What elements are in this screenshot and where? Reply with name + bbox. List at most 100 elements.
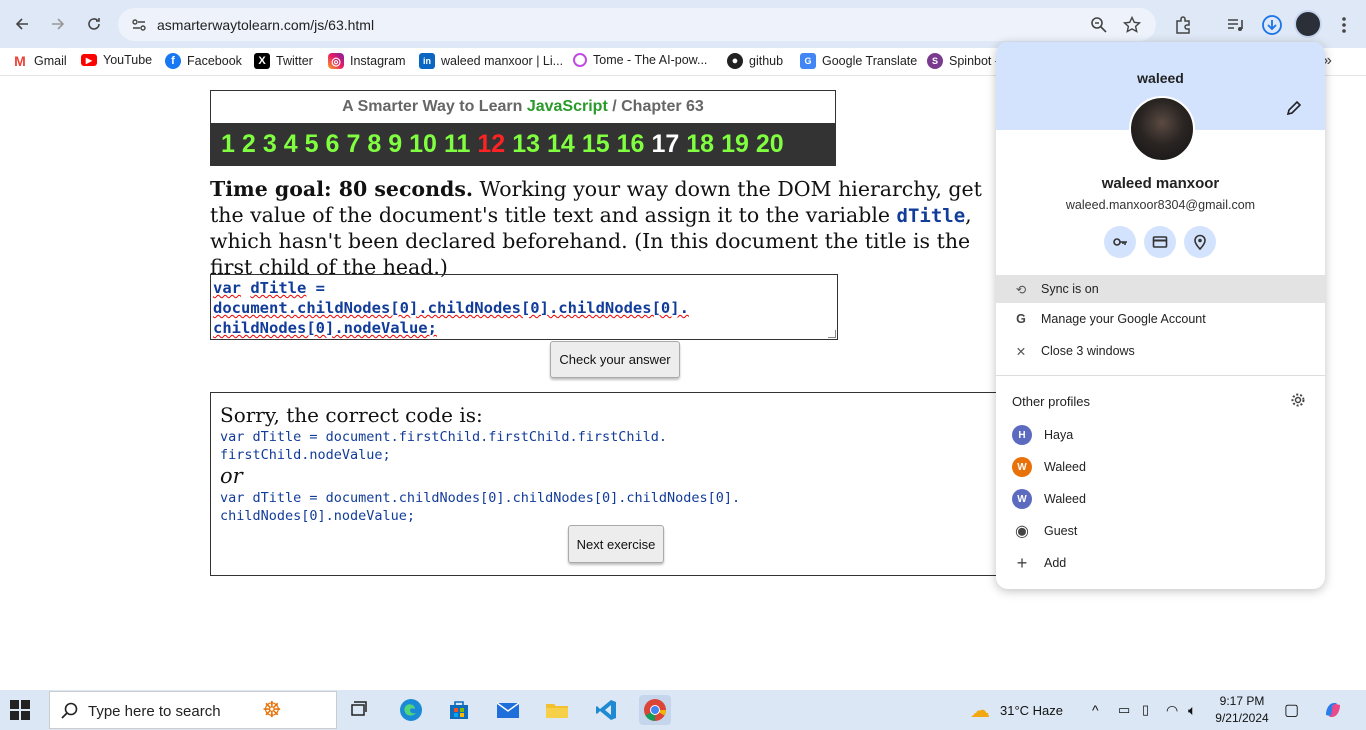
media-button[interactable] bbox=[1222, 12, 1248, 38]
taskbar-clock[interactable]: 9:17 PM 9/21/2024 bbox=[1206, 693, 1278, 727]
exercise-link[interactable]: 15 bbox=[582, 130, 610, 159]
bookmark-instagram[interactable]: ◎ Instagram bbox=[328, 53, 406, 69]
back-button[interactable] bbox=[10, 12, 34, 36]
profile-avatar-icon: W bbox=[1012, 489, 1032, 509]
address-bar[interactable]: asmarterwaytolearn.com/js/63.html bbox=[118, 8, 1156, 41]
volume-icon[interactable]: 🔈︎ bbox=[1188, 690, 1196, 730]
tray-overflow-button[interactable]: ^ bbox=[1092, 690, 1099, 730]
weather-text: 31°C Haze bbox=[1000, 702, 1064, 718]
site-info-icon[interactable] bbox=[130, 16, 148, 34]
exercise-link-current[interactable]: 12 bbox=[477, 130, 505, 159]
exercise-link[interactable]: 1 bbox=[221, 130, 235, 159]
extensions-button[interactable] bbox=[1170, 12, 1196, 38]
battery-icon[interactable]: ▯ bbox=[1142, 690, 1149, 730]
bookmark-linkedin[interactable]: in waleed manxoor | Li... bbox=[419, 53, 563, 69]
exercise-link[interactable]: 6 bbox=[326, 130, 340, 159]
linkedin-icon: in bbox=[419, 53, 435, 69]
exercise-link[interactable]: 18 bbox=[686, 130, 714, 159]
other-profiles-heading: Other profiles bbox=[1012, 394, 1091, 409]
bookmark-youtube[interactable]: ▶ YouTube bbox=[81, 53, 152, 67]
bookmark-github[interactable]: ● github bbox=[727, 53, 783, 69]
bookmark-tome[interactable]: Tome - The AI-pow... bbox=[573, 53, 707, 67]
answer-line: document.childNodes[0].childNodes[0].chi… bbox=[213, 299, 689, 317]
puzzle-icon bbox=[1176, 16, 1190, 34]
guest-profile-row[interactable]: ◉ Guest bbox=[996, 516, 1325, 546]
edit-pencil-icon[interactable] bbox=[1286, 100, 1302, 116]
key-icon bbox=[1113, 238, 1127, 246]
exercise-link[interactable]: 14 bbox=[547, 130, 575, 159]
bookmark-google-translate[interactable]: G Google Translate bbox=[800, 53, 917, 69]
answer-textarea[interactable]: var dTitle = document.childNodes[0].chil… bbox=[210, 274, 838, 340]
bookmark-label: waleed manxoor | Li... bbox=[441, 54, 564, 68]
exercise-link[interactable]: 9 bbox=[388, 130, 402, 159]
result-heading: Sorry, the correct code is: bbox=[220, 403, 483, 427]
close-icon: ✕ bbox=[1015, 344, 1027, 359]
exercise-link-visited[interactable]: 17 bbox=[651, 130, 679, 159]
taskbar-search-box[interactable]: Type here to search ☸ bbox=[49, 691, 337, 729]
bookmark-star-icon[interactable] bbox=[1123, 16, 1141, 34]
exercise-link[interactable]: 10 bbox=[409, 130, 437, 159]
passwords-button[interactable] bbox=[1104, 226, 1136, 258]
gear-icon[interactable] bbox=[1290, 392, 1306, 408]
manage-account-row[interactable]: G Manage your Google Account bbox=[996, 304, 1325, 334]
profile-avatar-button[interactable] bbox=[1294, 10, 1322, 38]
task-view-button[interactable] bbox=[344, 695, 376, 725]
variable-name: dTitle bbox=[896, 204, 966, 227]
wifi-icon[interactable]: ◠ bbox=[1166, 690, 1178, 730]
exercise-link[interactable]: 20 bbox=[756, 130, 784, 159]
downloads-button[interactable] bbox=[1259, 12, 1285, 38]
mail-app[interactable] bbox=[492, 695, 524, 725]
add-profile-row[interactable]: + Add bbox=[996, 548, 1325, 578]
sync-label: Sync is on bbox=[1041, 282, 1099, 296]
exercise-link[interactable]: 4 bbox=[284, 130, 298, 159]
chrome-menu-button[interactable] bbox=[1331, 12, 1357, 38]
chapter-header: A Smarter Way to Learn JavaScript / Chap… bbox=[210, 90, 836, 166]
vscode-app[interactable] bbox=[590, 695, 622, 725]
exercise-link[interactable]: 2 bbox=[242, 130, 256, 159]
resize-handle[interactable] bbox=[828, 330, 836, 338]
windows-start-icon[interactable] bbox=[10, 700, 30, 720]
file-explorer-app[interactable] bbox=[541, 695, 573, 725]
youtube-icon: ▶ bbox=[81, 54, 97, 66]
profile-avatar-icon: W bbox=[1012, 457, 1032, 477]
location-pin-icon bbox=[1194, 234, 1206, 250]
payment-methods-button[interactable] bbox=[1144, 226, 1176, 258]
bookmark-facebook[interactable]: f Facebook bbox=[165, 53, 242, 69]
next-exercise-button[interactable]: Next exercise bbox=[568, 525, 664, 563]
meet-now-icon[interactable]: ▭ bbox=[1118, 690, 1130, 730]
notification-center-icon[interactable]: ▢ bbox=[1284, 690, 1299, 730]
zoom-icon[interactable] bbox=[1090, 16, 1108, 34]
url-text: asmarterwaytolearn.com/js/63.html bbox=[157, 17, 375, 33]
profile-row-haya[interactable]: H Haya bbox=[996, 420, 1325, 450]
sync-icon: ⟲ bbox=[1015, 282, 1027, 297]
bookmark-gmail[interactable]: M Gmail bbox=[12, 53, 67, 69]
bookmark-label: Gmail bbox=[34, 54, 67, 68]
chrome-app-active[interactable] bbox=[639, 695, 671, 725]
browser-toolbar: asmarterwaytolearn.com/js/63.html bbox=[0, 0, 1366, 48]
playlist-icon bbox=[1228, 19, 1243, 31]
reload-button[interactable] bbox=[82, 12, 106, 36]
bookmark-twitter[interactable]: X Twitter bbox=[254, 53, 313, 69]
exercise-link[interactable]: 8 bbox=[367, 130, 381, 159]
weather-widget[interactable]: ☁ 31°C Haze bbox=[970, 690, 1063, 730]
forward-button[interactable] bbox=[46, 12, 70, 36]
exercise-link[interactable]: 19 bbox=[721, 130, 749, 159]
exercise-link[interactable]: 11 bbox=[444, 130, 470, 159]
microsoft-store-app[interactable] bbox=[443, 695, 475, 725]
profile-row-waleed-2[interactable]: W Waleed bbox=[996, 484, 1325, 514]
addresses-button[interactable] bbox=[1184, 226, 1216, 258]
exercise-link[interactable]: 7 bbox=[346, 130, 360, 159]
copilot-button[interactable] bbox=[1323, 690, 1343, 730]
bookmark-spinbot[interactable]: S Spinbot - bbox=[927, 53, 999, 69]
exercise-link[interactable]: 16 bbox=[617, 130, 645, 159]
check-answer-button[interactable]: Check your answer bbox=[550, 341, 680, 378]
sync-status-row[interactable]: ⟲ Sync is on bbox=[996, 275, 1325, 303]
back-arrow-icon bbox=[15, 18, 28, 30]
account-full-name: waleed manxoor bbox=[1101, 175, 1220, 192]
exercise-link[interactable]: 3 bbox=[263, 130, 277, 159]
edge-app[interactable] bbox=[395, 695, 427, 725]
profile-row-waleed[interactable]: W Waleed bbox=[996, 452, 1325, 482]
close-windows-row[interactable]: ✕ Close 3 windows bbox=[996, 336, 1325, 366]
exercise-link[interactable]: 13 bbox=[512, 130, 540, 159]
exercise-link[interactable]: 5 bbox=[305, 130, 319, 159]
